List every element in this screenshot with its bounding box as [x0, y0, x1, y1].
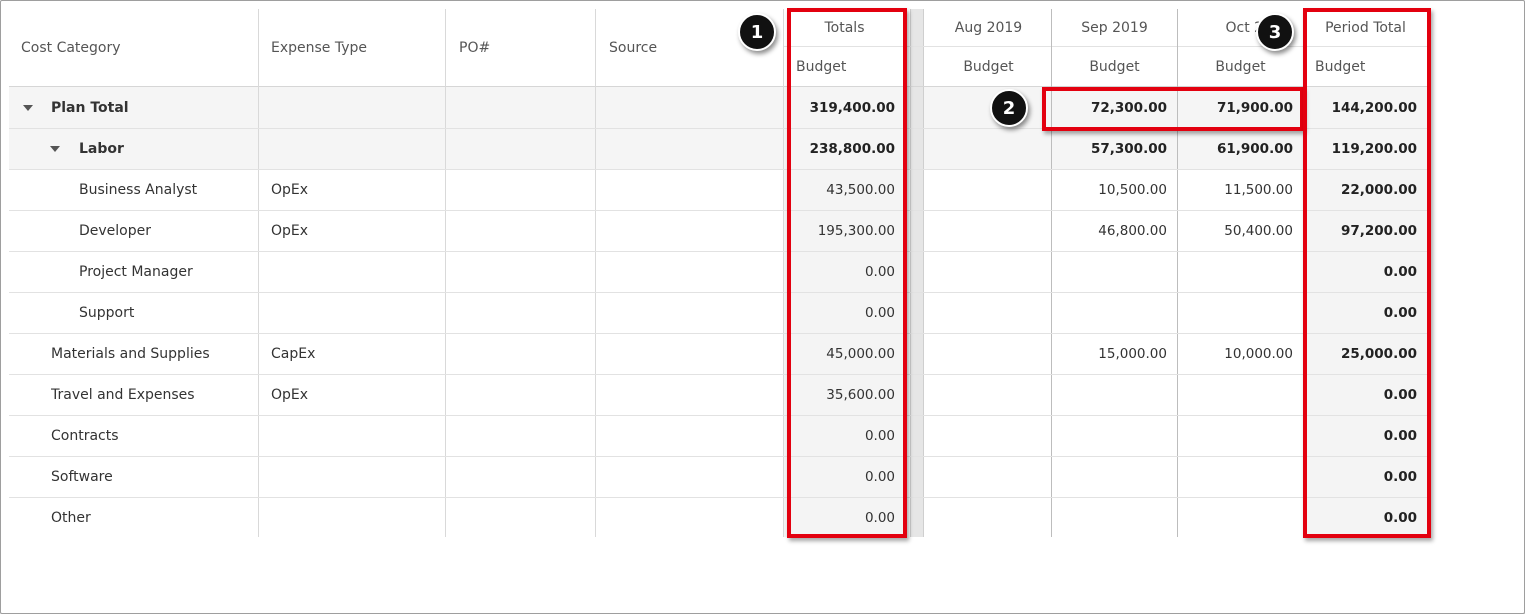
header-expense-type[interactable]: Expense Type [271, 9, 441, 87]
header-aug-budget: Budget [963, 59, 1014, 75]
header-cost-category[interactable]: Cost Category [21, 9, 251, 87]
row-oct-value[interactable]: 10,000.00 [1178, 333, 1303, 374]
row-category: Materials and Supplies [51, 345, 210, 362]
row-category: Software [51, 468, 113, 485]
header-sep-budget: Budget [1089, 59, 1140, 75]
row-category: Developer [79, 222, 152, 239]
annotation-badge-2: 2 [990, 89, 1028, 127]
row-category: Plan Total [51, 99, 129, 116]
row-category: Labor [79, 140, 124, 157]
header-po[interactable]: PO# [459, 9, 589, 87]
row-expense-type[interactable]: OpEx [271, 169, 441, 210]
collapse-caret-icon[interactable] [50, 146, 60, 152]
col-divider [445, 9, 446, 537]
collapse-caret-icon[interactable] [23, 105, 33, 111]
row-oct-value[interactable]: 61,900.00 [1178, 128, 1303, 169]
row-category: Contracts [51, 427, 119, 444]
row-sep-value[interactable]: 46,800.00 [1052, 210, 1177, 251]
row-category: Support [79, 304, 135, 321]
header-oct-budget: Budget [1215, 59, 1266, 75]
highlight-totals-column [787, 8, 907, 538]
row-sep-value[interactable]: 15,000.00 [1052, 333, 1177, 374]
frozen-pane-separator[interactable] [910, 9, 924, 537]
row-oct-value[interactable]: 11,500.00 [1178, 169, 1303, 210]
highlight-monthly-values [1042, 87, 1304, 131]
row-expense-type[interactable]: CapEx [271, 333, 441, 374]
highlight-period-total-column [1303, 8, 1431, 538]
col-divider [595, 9, 596, 537]
row-category: Other [51, 509, 91, 526]
row-category: Project Manager [79, 263, 193, 280]
row-sep-value[interactable]: 57,300.00 [1052, 128, 1177, 169]
budget-grid-screenshot: Cost Category Expense Type PO# Source To… [0, 0, 1525, 614]
row-sep-value[interactable]: 10,500.00 [1052, 169, 1177, 210]
header-sep-2019[interactable]: Sep 2019 [1052, 9, 1177, 47]
header-aug-2019[interactable]: Aug 2019 [926, 9, 1051, 47]
row-expense-type[interactable]: OpEx [271, 374, 441, 415]
row-category: Business Analyst [79, 181, 198, 198]
col-divider [258, 9, 259, 537]
annotation-badge-1: 1 [738, 13, 776, 51]
row-oct-value[interactable]: 50,400.00 [1178, 210, 1303, 251]
annotation-badge-3: 3 [1256, 13, 1294, 51]
row-category: Travel and Expenses [51, 386, 195, 403]
row-expense-type[interactable]: OpEx [271, 210, 441, 251]
